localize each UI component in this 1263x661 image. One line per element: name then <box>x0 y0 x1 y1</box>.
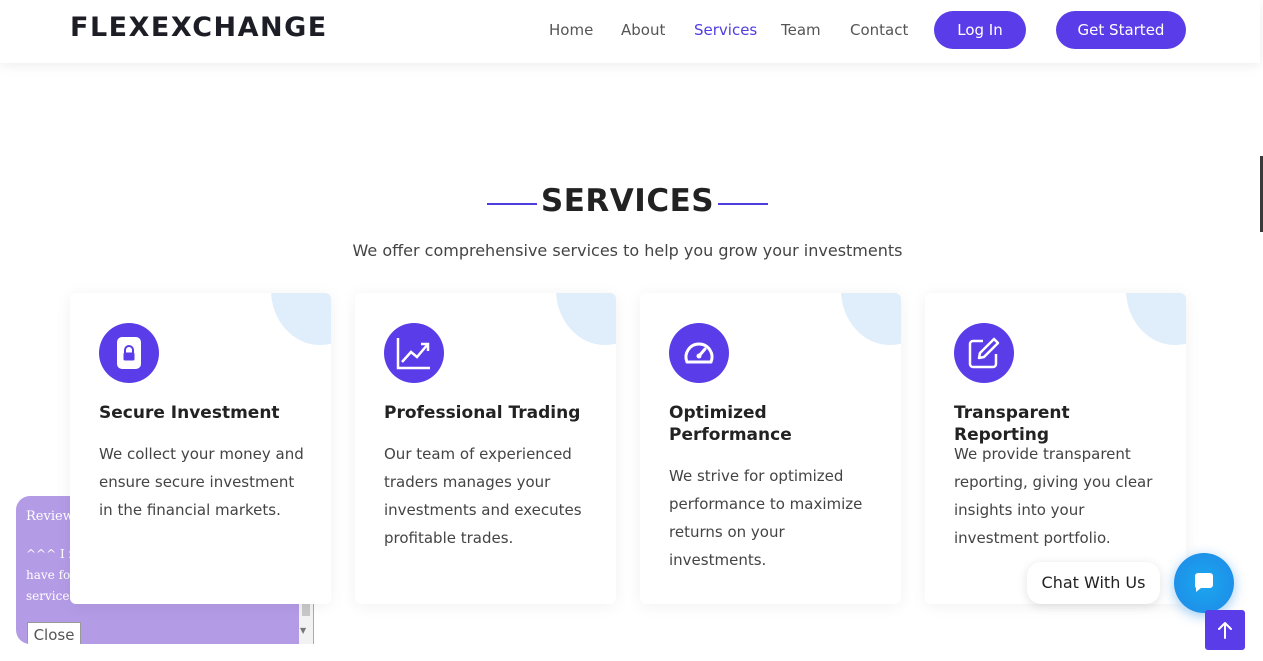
scroll-down-arrow-icon[interactable]: ▼ <box>300 626 306 635</box>
get-started-button[interactable]: Get Started <box>1056 11 1186 49</box>
service-card-professional-trading: Professional Trading Our team of experie… <box>355 293 616 604</box>
chat-label[interactable]: Chat With Us <box>1027 562 1160 604</box>
card-description: We strive for optimized performance to m… <box>669 467 863 569</box>
speedometer-icon <box>669 323 729 383</box>
edit-icon <box>954 323 1014 383</box>
service-card-optimized-performance: Optimized Performance We strive for opti… <box>640 293 901 604</box>
section-subtitle: We offer comprehensive services to help … <box>352 241 903 260</box>
nav-about[interactable]: About <box>621 21 665 39</box>
nav-team[interactable]: Team <box>781 21 821 39</box>
card-description: We collect your money and ensure secure … <box>99 445 304 519</box>
title-line-right <box>718 203 768 205</box>
card-corner-decoration <box>556 293 616 345</box>
card-description: We provide transparent reporting, giving… <box>954 445 1153 547</box>
card-title: Secure Investment <box>99 403 280 423</box>
chat-bubble-icon <box>1194 573 1213 592</box>
card-title: Professional Trading <box>384 403 581 423</box>
site-logo[interactable]: FLEXEXCHANGE <box>70 12 328 43</box>
scroll-to-top-button[interactable] <box>1205 610 1245 650</box>
nav-home[interactable]: Home <box>549 21 593 39</box>
site-header: FLEXEXCHANGE Home About Services Team Co… <box>0 0 1260 63</box>
card-corner-decoration <box>271 293 331 345</box>
chat-button[interactable] <box>1174 553 1234 613</box>
review-title: Review <box>26 509 74 524</box>
card-title: Optimized Performance <box>669 403 792 445</box>
section-title: SERVICES <box>540 183 715 219</box>
review-close-button[interactable]: Close <box>27 622 81 644</box>
card-corner-decoration <box>1126 293 1186 345</box>
lock-icon <box>99 323 159 383</box>
login-button[interactable]: Log In <box>934 11 1026 49</box>
service-card-secure-investment: Secure Investment We collect your money … <box>70 293 331 604</box>
nav-contact[interactable]: Contact <box>850 21 908 39</box>
card-corner-decoration <box>841 293 901 345</box>
arrow-up-icon <box>1218 622 1232 639</box>
review-scrollbar-thumb[interactable] <box>302 602 310 616</box>
nav-services[interactable]: Services <box>694 21 757 39</box>
service-card-transparent-reporting: Transparent Reporting We provide transpa… <box>925 293 1186 604</box>
chart-line-icon <box>384 323 444 383</box>
card-description: Our team of experienced traders manages … <box>384 445 582 547</box>
